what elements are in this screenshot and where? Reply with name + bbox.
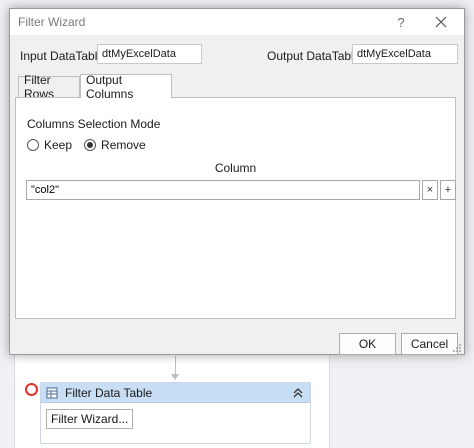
resize-grip-icon[interactable] xyxy=(452,342,462,352)
help-icon[interactable]: ? xyxy=(384,9,418,35)
dialog-titlebar[interactable]: Filter Wizard ? xyxy=(10,9,464,35)
output-datatable-field[interactable] xyxy=(352,44,458,64)
radio-remove[interactable] xyxy=(84,139,97,151)
columns-selection-mode-label: Columns Selection Mode xyxy=(27,117,161,131)
column-input[interactable] xyxy=(26,180,420,200)
tab-filter-rows[interactable]: Filter Rows xyxy=(18,73,80,101)
add-column-button[interactable]: + xyxy=(440,180,456,200)
output-columns-panel: Columns Selection Mode Keep Remove Colum… xyxy=(15,97,456,319)
ok-button[interactable]: OK xyxy=(339,333,396,355)
activity-header[interactable]: Filter Data Table xyxy=(41,383,310,403)
activity-title: Filter Data Table xyxy=(65,385,153,400)
input-datatable-label: Input DataTable xyxy=(20,49,105,63)
error-indicator-icon[interactable] xyxy=(25,383,38,396)
radio-keep[interactable] xyxy=(27,139,39,151)
radio-keep-label[interactable]: Keep xyxy=(44,138,72,152)
filter-data-table-activity[interactable]: Filter Data Table Filter Wizard... xyxy=(40,382,311,444)
flow-connector xyxy=(175,356,176,376)
remove-column-button[interactable]: × xyxy=(422,180,438,200)
close-icon[interactable] xyxy=(424,9,458,35)
filter-wizard-dialog: Filter Wizard ? Input DataTable Output D… xyxy=(9,8,465,355)
radio-selected-dot xyxy=(87,142,94,148)
column-header: Column xyxy=(214,161,257,175)
tab-output-columns[interactable]: Output Columns xyxy=(80,73,172,101)
output-datatable-label: Output DataTable xyxy=(267,49,361,63)
filter-wizard-button[interactable]: Filter Wizard... xyxy=(46,409,134,429)
input-datatable-field[interactable] xyxy=(97,44,202,64)
dialog-title: Filter Wizard xyxy=(18,15,86,29)
table-icon xyxy=(45,386,59,400)
collapse-icon[interactable] xyxy=(292,386,304,400)
flow-arrow-icon xyxy=(171,374,179,380)
radio-remove-label[interactable]: Remove xyxy=(101,138,146,152)
selection-mode-group: Keep Remove xyxy=(27,138,158,152)
cancel-button[interactable]: Cancel xyxy=(401,333,458,355)
